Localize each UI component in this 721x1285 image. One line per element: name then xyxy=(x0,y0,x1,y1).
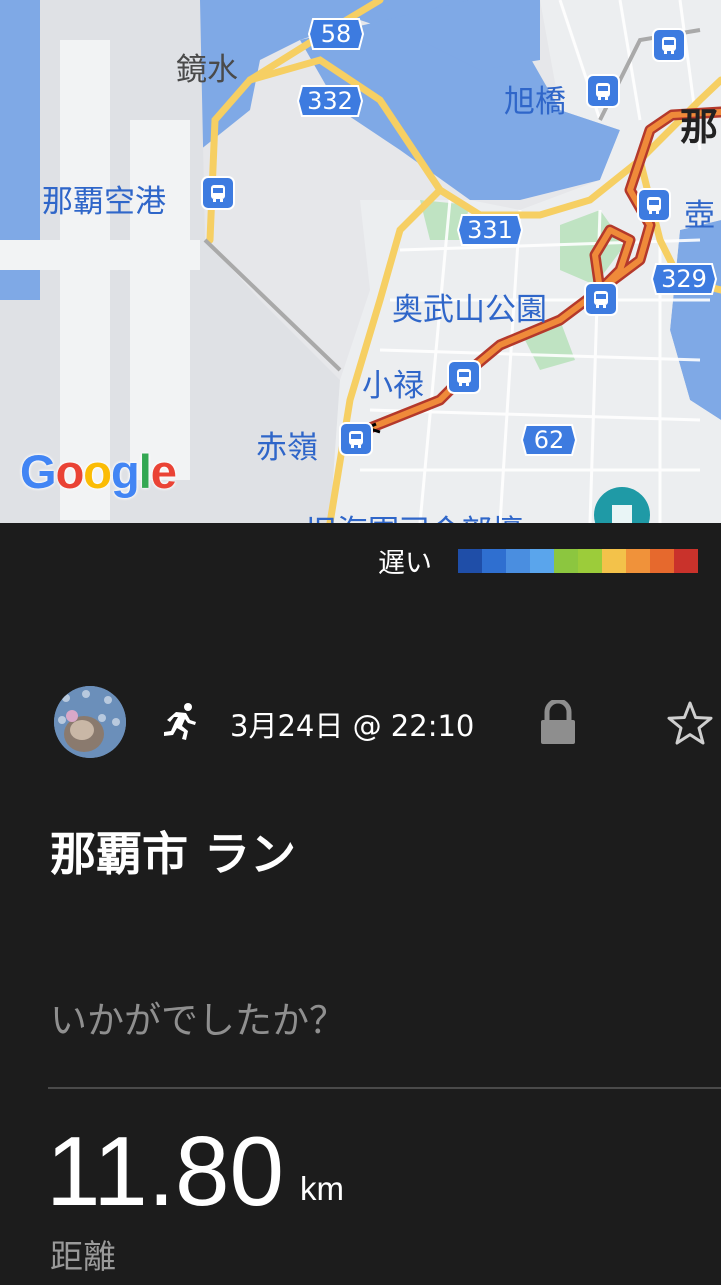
pace-color-swatch xyxy=(458,548,482,573)
map-label-akamine: 赤嶺 xyxy=(256,430,318,466)
avatar[interactable] xyxy=(54,686,126,758)
activity-title[interactable]: 那覇市 ラン xyxy=(50,818,296,884)
activity-datetime: 3月24日 @ 22:10 xyxy=(230,709,475,743)
map-label-asahibashi: 旭橋 xyxy=(504,84,566,120)
activity-meta-row: 3月24日 @ 22:10 xyxy=(54,686,721,758)
map-label-kyomizu: 鏡水 xyxy=(176,52,238,88)
pace-color-scale xyxy=(458,548,698,573)
map-label-naha-city: 那 xyxy=(680,105,719,149)
pace-color-swatch xyxy=(674,548,698,573)
divider xyxy=(48,1087,721,1089)
map-label-kyukaigun: 旧海軍司令部壕 xyxy=(306,506,523,523)
station-icon[interactable] xyxy=(652,28,686,62)
map-label-onoyama-koen: 奥武山公園 xyxy=(392,292,547,328)
station-icon[interactable] xyxy=(586,74,620,108)
distance-value: 11.80 xyxy=(46,1116,284,1226)
pace-color-swatch xyxy=(506,548,530,573)
route-shield-332: 332 xyxy=(296,84,364,118)
pace-color-swatch xyxy=(578,548,602,573)
distance-label: 距離 xyxy=(50,1237,116,1276)
route-shield-331: 331 xyxy=(456,213,524,247)
google-logo: Google xyxy=(20,445,177,498)
map-label-naha-airport: 那覇空港 xyxy=(42,184,166,220)
route-shield-62: 62 xyxy=(520,423,578,457)
feedback-prompt[interactable]: いかがでしたか？ xyxy=(50,990,346,1044)
station-icon[interactable] xyxy=(584,282,618,316)
star-icon[interactable] xyxy=(666,700,714,750)
pace-color-swatch xyxy=(650,548,674,573)
lock-icon[interactable] xyxy=(538,698,578,750)
pace-legend: 遅い xyxy=(378,541,698,580)
pace-color-swatch xyxy=(602,548,626,573)
pace-color-swatch xyxy=(554,548,578,573)
running-icon xyxy=(160,702,200,746)
pace-legend-label: 遅い xyxy=(378,548,432,579)
station-icon[interactable] xyxy=(201,176,235,210)
station-icon[interactable] xyxy=(637,188,671,222)
map-label-tsubo: 壺 xyxy=(684,198,715,234)
map-label-oroku: 小禄 xyxy=(362,368,424,404)
route-shield-329: 329 xyxy=(650,262,718,296)
pace-color-swatch xyxy=(482,548,506,573)
route-map[interactable]: 58 332 331 329 62 鏡水 那覇空港 旭橋 那 壺 奥武山公園 小… xyxy=(0,0,721,523)
route-shield-58: 58 xyxy=(307,17,365,51)
pace-color-swatch xyxy=(626,548,650,573)
pace-color-swatch xyxy=(530,548,554,573)
station-icon[interactable] xyxy=(447,360,481,394)
distance-unit: km xyxy=(300,1170,344,1207)
station-icon[interactable] xyxy=(339,422,373,456)
